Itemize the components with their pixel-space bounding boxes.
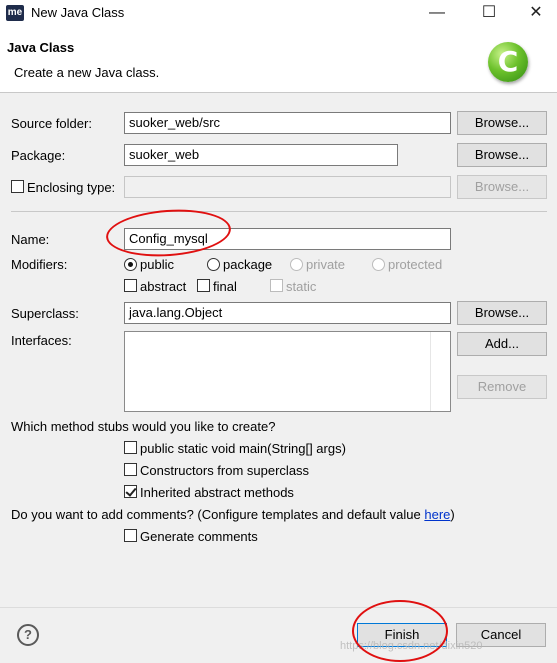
help-icon[interactable]: ? <box>17 624 39 646</box>
name-label: Name: <box>11 232 50 247</box>
superclass-browse-button[interactable]: Browse... <box>457 301 547 325</box>
add-interface-button[interactable]: Add... <box>457 332 547 356</box>
inherited-abstract-label: Inherited abstract methods <box>140 485 294 500</box>
final-label: final <box>213 279 237 294</box>
interfaces-list[interactable] <box>124 331 451 412</box>
generate-comments-label: Generate comments <box>140 529 258 544</box>
interfaces-list-divider <box>430 332 431 411</box>
protected-radio <box>372 258 385 271</box>
wizard-title: Java Class <box>7 40 75 55</box>
package-label: Package: <box>11 148 66 163</box>
package-radio[interactable] <box>207 258 220 271</box>
source-folder-label: Source folder: <box>11 116 92 131</box>
main-method-checkbox[interactable] <box>124 441 137 454</box>
annotation-ellipse-finish <box>352 600 448 662</box>
superclass-input[interactable]: java.lang.Object <box>124 302 451 324</box>
wizard-header <box>0 28 557 93</box>
protected-radio-label: protected <box>388 257 443 272</box>
public-radio-label: public <box>140 257 174 272</box>
close-button[interactable]: ✕ <box>516 0 556 28</box>
package-input[interactable]: suoker_web <box>124 144 398 166</box>
enclosing-type-label: Enclosing type: <box>27 180 116 195</box>
source-folder-browse-button[interactable]: Browse... <box>457 111 547 135</box>
app-logo-icon: me <box>6 5 24 21</box>
minimize-button[interactable]: — <box>417 0 457 28</box>
configure-templates-link[interactable]: here <box>424 507 450 522</box>
footer-separator <box>0 607 557 608</box>
static-label: static <box>286 279 317 294</box>
remove-interface-button: Remove <box>457 375 547 399</box>
package-radio-label: package <box>223 257 273 272</box>
modifiers-label: Modifiers: <box>11 257 68 272</box>
constructors-checkbox[interactable] <box>124 463 137 476</box>
final-checkbox[interactable] <box>197 279 210 292</box>
main-method-label: public static void main(String[] args) <box>140 441 346 456</box>
separator <box>11 211 547 212</box>
abstract-checkbox[interactable] <box>124 279 137 292</box>
inherited-abstract-checkbox[interactable] <box>124 485 137 498</box>
method-stubs-question: Which method stubs would you like to cre… <box>11 419 276 434</box>
static-checkbox <box>270 279 283 292</box>
enclosing-type-browse-button: Browse... <box>457 175 547 199</box>
maximize-button[interactable]: ☐ <box>469 0 509 28</box>
package-browse-button[interactable]: Browse... <box>457 143 547 167</box>
comments-question-end: ) <box>450 507 455 522</box>
superclass-label: Superclass: <box>11 306 79 321</box>
private-radio-label: private <box>306 257 346 272</box>
constructors-label: Constructors from superclass <box>140 463 310 478</box>
comments-question: Do you want to add comments? (Configure … <box>11 507 455 522</box>
public-radio[interactable] <box>124 258 137 271</box>
source-folder-input[interactable]: suoker_web/src <box>124 112 451 134</box>
abstract-label: abstract <box>140 279 187 294</box>
window-title: New Java Class <box>31 5 125 20</box>
enclosing-type-checkbox[interactable] <box>11 180 24 193</box>
generate-comments-checkbox[interactable] <box>124 529 137 542</box>
interfaces-label: Interfaces: <box>11 333 72 348</box>
wizard-subtitle: Create a new Java class. <box>14 65 160 80</box>
enclosing-type-input <box>124 176 451 198</box>
private-radio <box>290 258 303 271</box>
java-class-logo-icon: C <box>488 42 528 82</box>
comments-question-text: Do you want to add comments? (Configure … <box>11 507 425 522</box>
